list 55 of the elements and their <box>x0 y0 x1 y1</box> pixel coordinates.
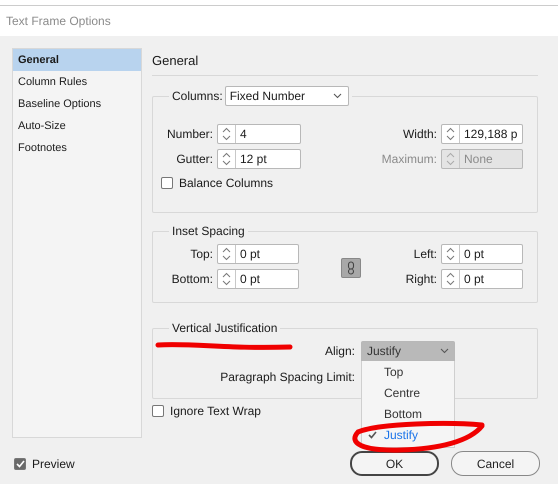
columns-dropdown[interactable]: Fixed Number <box>224 86 349 106</box>
menu-item[interactable]: Top <box>362 361 454 382</box>
up-down-arrows-icon <box>222 272 231 286</box>
columns-label: Columns: <box>172 89 223 103</box>
checkbox-label: Balance Columns <box>179 176 274 190</box>
menu-item[interactable]: Centre <box>362 382 454 403</box>
group-title: Inset Spacing <box>172 224 245 238</box>
spinner-field[interactable]: 0 pt <box>217 244 299 264</box>
checkbox[interactable] <box>152 405 164 417</box>
up-down-arrows-icon <box>446 127 455 141</box>
align-label: Align: <box>324 344 355 358</box>
menu-item[interactable]: Justify <box>362 424 454 445</box>
checkbox-label: Preview <box>32 456 75 470</box>
spinner-field[interactable]: 0 pt <box>441 244 523 264</box>
field-label: Top: <box>190 247 213 261</box>
up-down-arrows-icon <box>446 152 455 166</box>
field-label: Gutter: <box>176 152 213 166</box>
checkbox[interactable] <box>161 177 173 189</box>
field-label: Maximum: <box>382 152 437 166</box>
spinner-field[interactable]: 0 pt <box>217 269 299 289</box>
field-label: Left: <box>414 247 437 261</box>
paragraph-spacing-label: Paragraph Spacing Limit: <box>220 370 355 384</box>
checkbox[interactable] <box>14 458 26 470</box>
up-down-arrows-icon <box>446 272 455 286</box>
sidebar-item[interactable]: General <box>13 49 141 71</box>
up-down-arrows-icon <box>222 127 231 141</box>
panel-heading: General <box>152 48 538 76</box>
spinner-field[interactable]: 129,188 p <box>441 124 523 144</box>
cancel-button[interactable]: Cancel <box>451 451 540 476</box>
menu-item[interactable]: Bottom <box>362 403 454 424</box>
field-label: Number: <box>166 127 213 141</box>
sidebar-item[interactable]: Auto-Size <box>13 115 141 137</box>
check-icon <box>16 460 24 468</box>
checkbox-label: Ignore Text Wrap <box>170 404 261 418</box>
chevron-down-icon <box>332 93 342 99</box>
sidebar-item[interactable]: Column Rules <box>13 71 141 93</box>
chevron-down-icon <box>440 348 449 354</box>
window-title: Text Frame Options <box>6 14 111 28</box>
up-down-arrows-icon <box>222 247 231 261</box>
up-down-arrows-icon <box>222 152 231 166</box>
check-icon <box>368 430 377 438</box>
link-button[interactable] <box>341 258 361 278</box>
sidebar-item[interactable]: Baseline Options <box>13 93 141 115</box>
spinner-field[interactable]: 0 pt <box>441 269 523 289</box>
field-label: Right: <box>406 272 437 286</box>
sidebar-item[interactable]: Footnotes <box>13 137 141 159</box>
spinner-field[interactable]: 4 <box>217 124 301 144</box>
field-label: Bottom: <box>172 272 213 286</box>
align-dropdown[interactable]: Justify <box>361 341 455 361</box>
ok-button[interactable]: OK <box>350 451 439 476</box>
chain-link-icon <box>347 261 355 275</box>
group-title: Vertical Justification <box>172 321 278 335</box>
up-down-arrows-icon <box>446 247 455 261</box>
field-label: Width: <box>402 127 437 141</box>
spinner-field[interactable]: 12 pt <box>217 149 301 169</box>
